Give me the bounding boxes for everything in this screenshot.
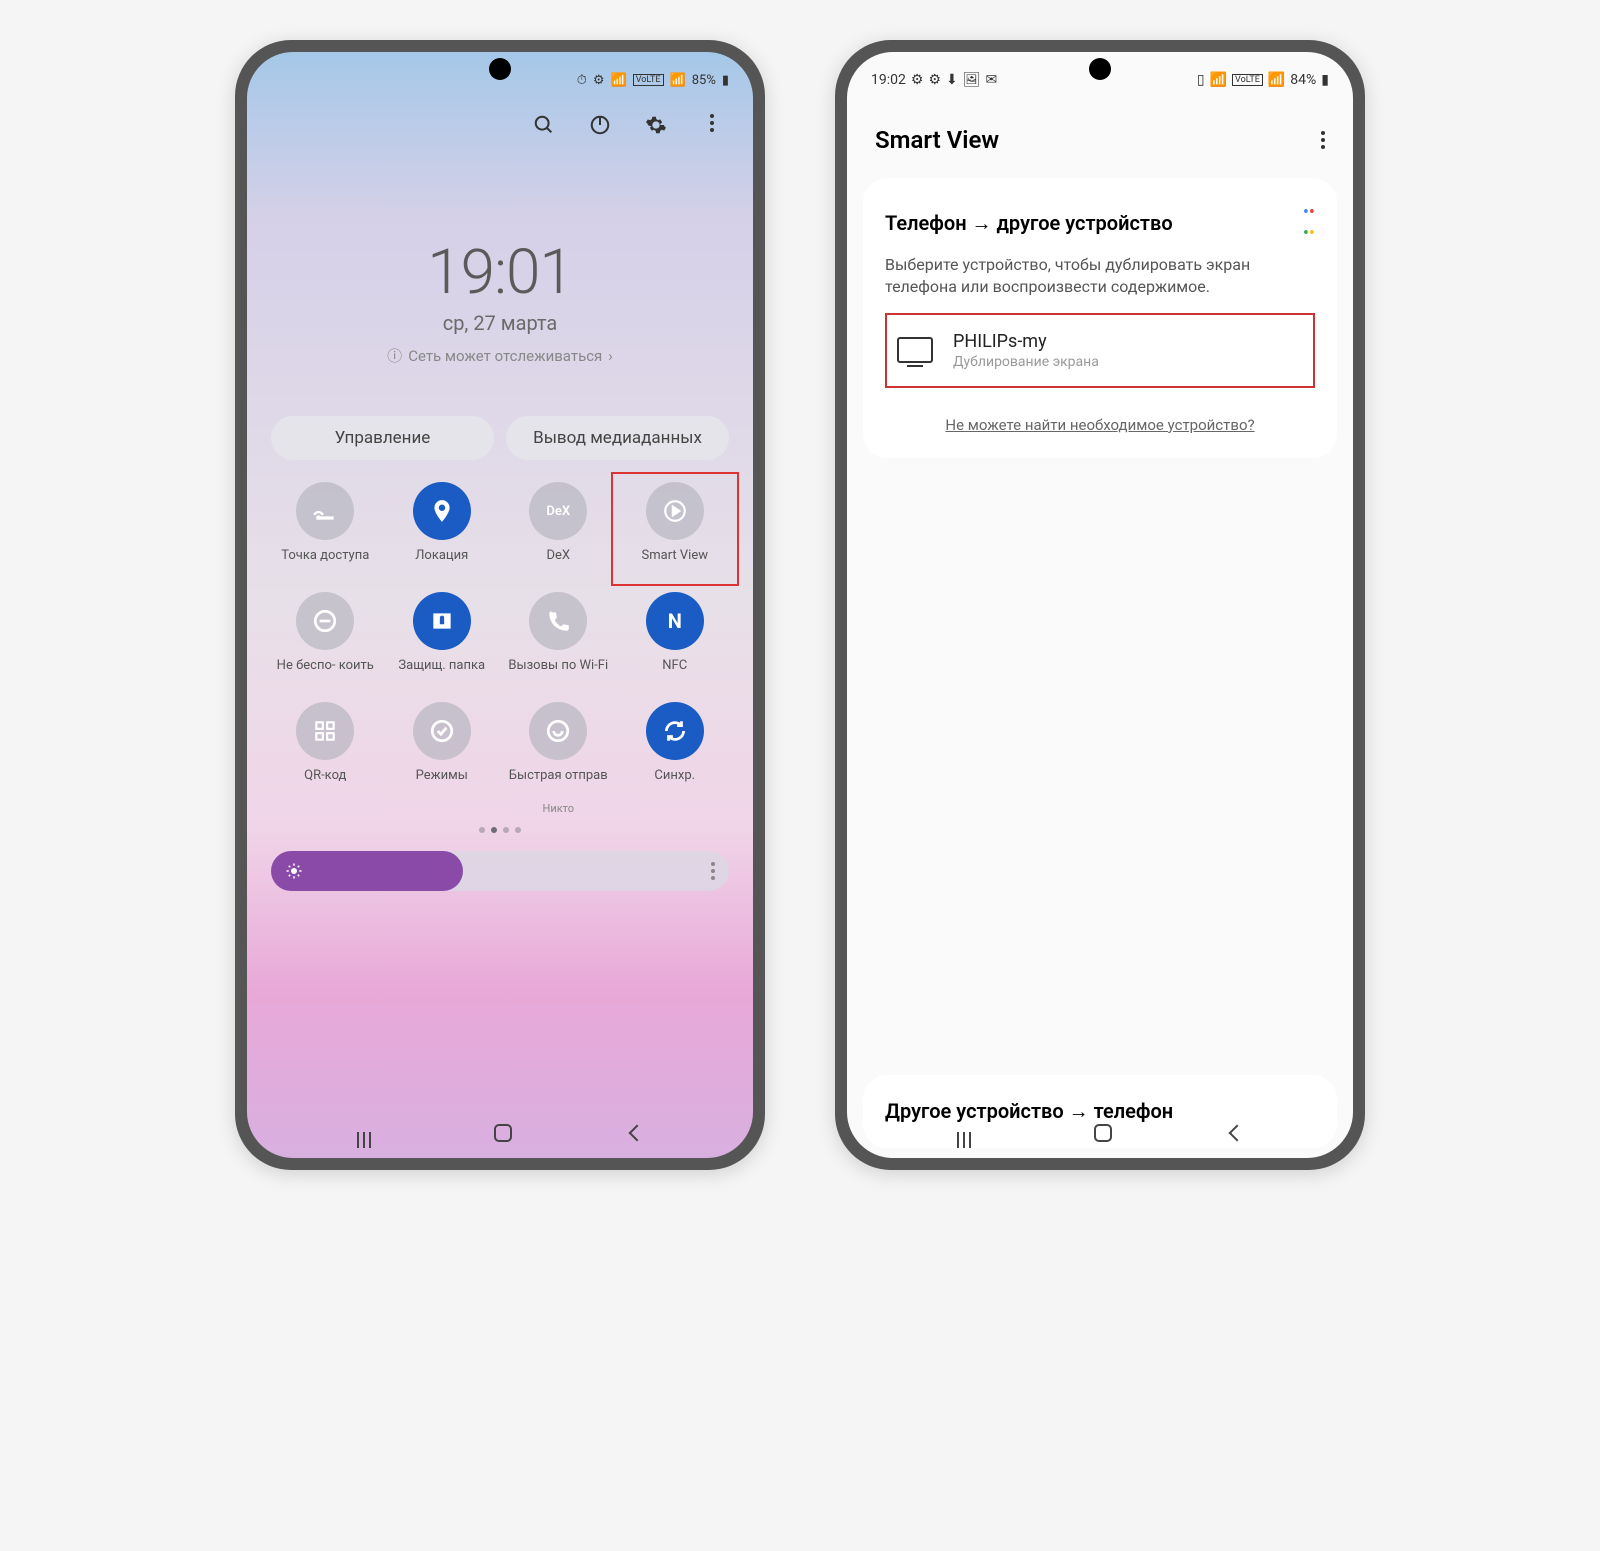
app-icon: ⚙ bbox=[928, 72, 941, 88]
device-sub: Дублирование экрана bbox=[953, 354, 1099, 370]
phone-quick-settings: ⏱ ⚙ 📶 VoLTE 📶 85% ▮ 19:01 ср, 27 марта ⓘ bbox=[235, 40, 765, 1170]
app-icon: 🖼 bbox=[963, 72, 981, 88]
search-icon[interactable] bbox=[533, 114, 555, 136]
tab-manage[interactable]: Управление bbox=[271, 416, 494, 460]
nav-home[interactable] bbox=[494, 1124, 512, 1142]
app-icon: ⚙ bbox=[911, 72, 924, 88]
camera-hole bbox=[1089, 58, 1111, 80]
brightness-slider[interactable] bbox=[271, 851, 729, 891]
wifi-icon: 📶 bbox=[611, 73, 627, 88]
qs-tabs: Управление Вывод медиаданных bbox=[271, 416, 729, 460]
slider-more-icon[interactable] bbox=[711, 862, 715, 880]
tile-label: Быстрая отправ bbox=[509, 768, 608, 800]
nav-recent[interactable] bbox=[357, 1132, 375, 1134]
hotspot-icon bbox=[296, 482, 354, 540]
tile-label: Smart View bbox=[642, 548, 709, 580]
camera-hole bbox=[489, 58, 511, 80]
status-time: 19:02 bbox=[871, 72, 906, 88]
more-icon[interactable] bbox=[1321, 131, 1325, 149]
battery-icon: ▮ bbox=[722, 73, 729, 88]
clock-block: 19:01 ср, 27 марта ⓘ Сеть может отслежив… bbox=[247, 236, 753, 366]
section-desc: Выберите устройство, чтобы дублировать э… bbox=[885, 254, 1315, 299]
dnd-icon bbox=[296, 592, 354, 650]
nfc-icon: N bbox=[646, 592, 704, 650]
smartview-icon bbox=[646, 482, 704, 540]
wifi-icon: 📶 bbox=[1210, 72, 1227, 88]
tile-label: Локация bbox=[415, 548, 468, 580]
battery-pct: 85% bbox=[692, 73, 716, 88]
qs-tile-quickshare[interactable]: Быстрая отправ Никто bbox=[504, 702, 613, 815]
secure-icon bbox=[413, 592, 471, 650]
tile-label: Защищ. папка bbox=[398, 658, 485, 690]
qs-tile-modes[interactable]: Режимы bbox=[388, 702, 497, 815]
qs-tile-qr[interactable]: QR-код bbox=[271, 702, 380, 815]
qs-tile-wificall[interactable]: Вызовы по Wi-Fi bbox=[504, 592, 613, 690]
nav-bar bbox=[247, 1108, 753, 1158]
more-icon[interactable] bbox=[701, 114, 723, 136]
modes-icon bbox=[413, 702, 471, 760]
device-item[interactable]: PHILIPs-my Дублирование экрана bbox=[885, 313, 1315, 388]
settings-icon[interactable] bbox=[645, 114, 667, 136]
qr-icon bbox=[296, 702, 354, 760]
tile-sublabel: Никто bbox=[543, 802, 574, 815]
help-link[interactable]: Не можете найти необходимое устройство? bbox=[885, 416, 1315, 434]
sync-icon bbox=[646, 702, 704, 760]
quickshare-icon bbox=[529, 702, 587, 760]
volte-icon: VoLTE bbox=[1232, 74, 1263, 86]
qs-tile-dex[interactable]: DeX DeX bbox=[504, 482, 613, 580]
brightness-icon bbox=[285, 862, 303, 880]
network-notice[interactable]: ⓘ Сеть может отслеживаться › bbox=[247, 345, 753, 366]
tile-label: Режимы bbox=[416, 768, 468, 800]
tile-label: QR-код bbox=[304, 768, 346, 800]
phone-smart-view: 19:02 ⚙ ⚙ ⬇ 🖼 ✉ ▯ 📶 VoLTE 📶 84% ▮ Sma bbox=[835, 40, 1365, 1170]
qs-tile-dnd[interactable]: Не беспо- коить bbox=[271, 592, 380, 690]
qs-tile-sync[interactable]: Синхр. bbox=[621, 702, 730, 815]
battery-icon: ▯ bbox=[1197, 72, 1205, 88]
page-title: Smart View bbox=[875, 126, 999, 154]
signal-icon: 📶 bbox=[1268, 72, 1285, 88]
smartview-header: Smart View bbox=[847, 100, 1353, 172]
nav-back[interactable] bbox=[629, 1125, 646, 1142]
tile-label: Не беспо- коить bbox=[277, 658, 374, 690]
cast-colored-icon[interactable]: •••• bbox=[1303, 202, 1315, 244]
device-name: PHILIPs-my bbox=[953, 331, 1099, 352]
tile-label: Точка доступа bbox=[281, 548, 369, 580]
tile-label: NFC bbox=[662, 658, 687, 690]
tv-icon bbox=[897, 337, 933, 363]
qs-tile-location[interactable]: Локация bbox=[388, 482, 497, 580]
info-icon: ⓘ bbox=[387, 345, 402, 366]
chevron-right-icon: › bbox=[608, 347, 613, 365]
page-indicator bbox=[247, 827, 753, 833]
nav-recent[interactable] bbox=[957, 1132, 975, 1134]
tile-label: DeX bbox=[546, 548, 570, 580]
tile-label: Вызовы по Wi-Fi bbox=[508, 658, 608, 690]
signal-icon: 📶 bbox=[670, 73, 686, 88]
bluetooth-icon: ⚙ bbox=[593, 73, 605, 88]
nav-home[interactable] bbox=[1094, 1124, 1112, 1142]
nav-bar bbox=[847, 1108, 1353, 1158]
qs-grid: Точка доступа Локация DeX DeX Smart View Не б… bbox=[271, 482, 729, 815]
qs-tile-secure[interactable]: Защищ. папка bbox=[388, 592, 497, 690]
tab-media[interactable]: Вывод медиаданных bbox=[506, 416, 729, 460]
phone-to-device-card: Телефон → другое устройство •••• Выберит… bbox=[863, 178, 1337, 458]
wificall-icon bbox=[529, 592, 587, 650]
app-icon: ✉ bbox=[986, 72, 998, 88]
nav-back[interactable] bbox=[1229, 1125, 1246, 1142]
qs-tile-smartview[interactable]: Smart View bbox=[621, 482, 730, 580]
qs-toolbar bbox=[247, 100, 753, 136]
qs-tile-hotspot[interactable]: Точка доступа bbox=[271, 482, 380, 580]
volte-icon: VoLTE bbox=[633, 74, 664, 86]
battery-pct: 84% bbox=[1290, 72, 1316, 88]
dex-icon: DeX bbox=[529, 482, 587, 540]
qs-tile-nfc[interactable]: N NFC bbox=[621, 592, 730, 690]
section-title: Телефон → другое устройство bbox=[885, 211, 1173, 236]
power-icon[interactable] bbox=[589, 114, 611, 136]
battery-icon: ▮ bbox=[1321, 72, 1329, 88]
time-text: 19:01 bbox=[247, 236, 753, 309]
speed-icon: ⏱ bbox=[577, 73, 587, 88]
app-icon: ⬇ bbox=[946, 72, 958, 88]
tile-label: Синхр. bbox=[654, 768, 695, 800]
location-icon bbox=[413, 482, 471, 540]
date-text: ср, 27 марта bbox=[247, 311, 753, 335]
